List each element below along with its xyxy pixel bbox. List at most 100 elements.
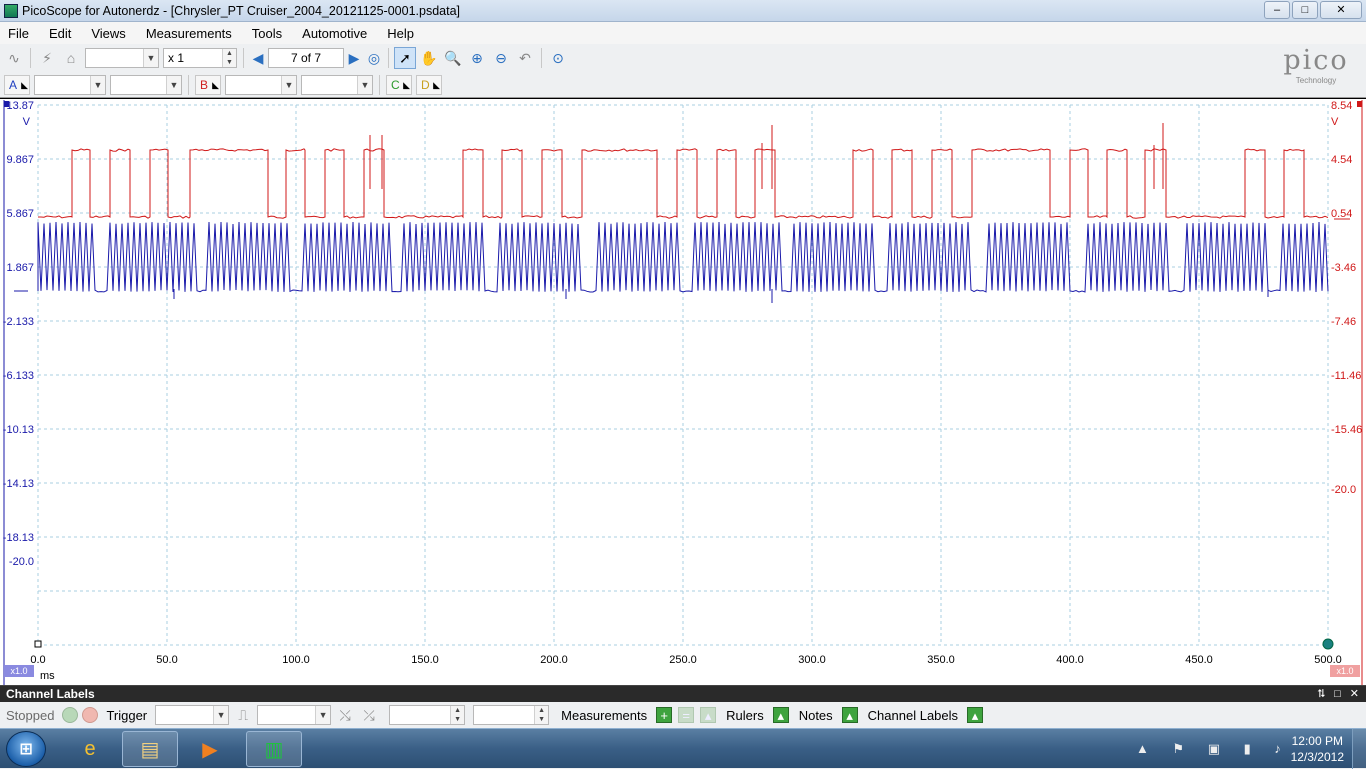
maximize-button[interactable]: □ <box>1292 1 1318 19</box>
trigger-mode-select[interactable]: ▼ <box>155 705 230 725</box>
channel-a-options[interactable]: A ◣ <box>4 74 30 95</box>
trigger-edge-icon[interactable]: ⎍ <box>232 704 254 726</box>
time-axis-tick-label: 300.0 <box>798 654 826 666</box>
auto-setup-icon[interactable]: ⚡ <box>36 47 58 69</box>
zoom-overview-icon[interactable]: ⊙ <box>547 47 569 69</box>
channel-a-range-select[interactable]: ▼ <box>34 74 106 95</box>
oscilloscope-plot[interactable]: 13.87 V 9.867 5.867 1.867 -2.133 -6.133 -10.13 -… <box>0 99 1366 686</box>
scope-view[interactable]: 13.87 V 9.867 5.867 1.867 -2.133 -6.133 -10.13 -… <box>0 98 1366 686</box>
menu-measurements[interactable]: Measurements <box>146 26 232 41</box>
buffer-page-field[interactable]: 7 of 7 <box>268 48 344 68</box>
channel-c-options[interactable]: C ◣ <box>386 74 412 95</box>
edit-measurement-icon[interactable]: = <box>678 707 695 723</box>
tray-icons[interactable]: ▲ ⚑ ▣ ▮ ♪ <box>1136 741 1291 757</box>
spinner-icon: ▲ ▼ <box>450 706 465 724</box>
channel-labels-toggle-icon[interactable]: ▴ <box>967 707 984 723</box>
channel-c-label: C <box>391 77 400 92</box>
menu-help[interactable]: Help <box>387 26 414 41</box>
right-axis-tick-label: 0.54 <box>1331 208 1352 220</box>
pre-trigger-input[interactable]: ▲ ▼ <box>473 705 550 725</box>
time-axis-tick-label: 250.0 <box>669 654 697 666</box>
home-icon[interactable]: ⌂ <box>60 47 82 69</box>
window-title: PicoScope for Autonerdz - [Chrysler_PT C… <box>22 3 461 18</box>
toolbar-divider <box>541 48 542 68</box>
time-axis-tick-label: 50.0 <box>156 654 177 666</box>
buffer-navigator-icon[interactable]: ◎ <box>364 48 384 68</box>
clock[interactable]: 12:00 PM 12/3/2012 <box>1291 733 1344 765</box>
menu-edit[interactable]: Edit <box>49 26 71 41</box>
delete-measurement-icon[interactable]: ▴ <box>700 707 717 723</box>
toolbar-divider <box>388 48 389 68</box>
time-axis-tick-label: 100.0 <box>282 654 310 666</box>
channel-b-coupling-select[interactable]: ▼ <box>301 74 373 95</box>
pico-technology-logo: pico Technology <box>1270 46 1362 92</box>
toolbar-divider <box>30 48 31 68</box>
notes-toggle-icon[interactable]: ▴ <box>841 707 858 723</box>
left-scale-label: x1.0 <box>10 666 27 676</box>
title-bar: PicoScope for Autonerdz - [Chrysler_PT C… <box>0 0 1366 22</box>
time-axis-unit: ms <box>40 670 55 682</box>
channel-a-coupling-select[interactable]: ▼ <box>110 74 182 95</box>
signal-generator-icon[interactable]: ∿ <box>3 47 25 69</box>
right-axis-tick-label: -20.0 <box>1331 484 1356 496</box>
capture-state: Stopped <box>6 707 55 723</box>
select-pointer-icon[interactable]: ➚ <box>394 47 416 69</box>
next-buffer-icon[interactable]: ▶ <box>344 48 364 68</box>
menu-views[interactable]: Views <box>91 26 125 41</box>
menu-bar: File Edit Views Measurements Tools Autom… <box>0 22 1366 44</box>
picoscope-taskbar-icon[interactable]: ▥ <box>246 731 302 767</box>
menu-automotive[interactable]: Automotive <box>302 26 367 41</box>
start-button[interactable]: ⊞ <box>6 731 46 767</box>
right-axis-tick-label: -11.46 <box>1331 370 1361 382</box>
panel-window-controls[interactable]: ⮁ □ ✕ <box>1316 686 1362 702</box>
trigger-source-select[interactable]: ▼ <box>257 705 332 725</box>
left-axis-tick-label: 5.867 <box>6 208 34 220</box>
channel-b-marker <box>1357 101 1362 107</box>
file-explorer-icon[interactable]: ▤ <box>122 731 178 767</box>
zoom-area-icon[interactable]: 🔍 <box>442 47 464 69</box>
channel-d-options[interactable]: D ◣ <box>416 74 442 95</box>
toolbar-divider <box>243 48 244 68</box>
channel-b-options[interactable]: B ◣ <box>195 74 221 95</box>
left-axis-tick-label: V <box>23 116 31 128</box>
rulers-toggle-icon[interactable]: ▴ <box>772 707 789 723</box>
previous-buffer-icon[interactable]: ◀ <box>248 48 268 68</box>
start-capture-icon[interactable] <box>62 707 79 723</box>
channel-b-label: B <box>200 77 209 92</box>
time-axis-tick-label: 0.0 <box>30 654 45 666</box>
rising-edge-icon[interactable]: ⤯ <box>334 704 356 726</box>
left-axis-tick-label: -18.13 <box>3 532 34 544</box>
cursor-icon: ◣ <box>433 79 440 90</box>
close-button[interactable]: ✕ <box>1320 1 1362 19</box>
stop-capture-icon[interactable] <box>82 707 99 723</box>
time-axis-tick-label: 200.0 <box>540 654 568 666</box>
toolbar-divider <box>188 74 189 95</box>
minimize-button[interactable]: – <box>1264 1 1290 19</box>
channel-labels-label: Channel Labels <box>867 707 959 723</box>
internet-explorer-icon[interactable]: e <box>62 731 118 767</box>
chevron-down-icon: ▼ <box>315 706 331 724</box>
main-toolbar: ∿ ⚡ ⌂ ▼ x 1 ▲ ▼ ◀ 7 of 7 ▶ ◎ ➚ ✋ 🔍 ⊕ ⊖ ↶ … <box>0 44 1366 72</box>
menu-file[interactable]: File <box>8 26 29 41</box>
zoom-out-icon[interactable]: ⊖ <box>490 47 512 69</box>
falling-edge-icon[interactable]: ⤰ <box>358 704 380 726</box>
picoscope-app-icon <box>4 3 18 18</box>
hand-pan-icon[interactable]: ✋ <box>418 47 440 69</box>
panel-title: Channel Labels <box>6 687 95 701</box>
trigger-level-input[interactable]: ▲ ▼ <box>389 705 466 725</box>
channel-b-range-select[interactable]: ▼ <box>225 74 297 95</box>
media-player-icon[interactable]: ▶ <box>182 731 238 767</box>
add-measurement-icon[interactable]: + <box>656 707 673 723</box>
undo-zoom-icon[interactable]: ↶ <box>514 47 536 69</box>
time-axis-tick-label: 450.0 <box>1185 654 1213 666</box>
menu-tools[interactable]: Tools <box>252 26 282 41</box>
show-desktop-button[interactable] <box>1352 729 1366 769</box>
chevron-down-icon: ▼ <box>143 49 158 67</box>
zoom-factor-input[interactable]: x 1 ▲ ▼ <box>163 48 237 68</box>
zoom-in-icon[interactable]: ⊕ <box>466 47 488 69</box>
clock-time: 12:00 PM <box>1291 734 1343 748</box>
channel-d-label: D <box>421 77 430 92</box>
timebase-select[interactable]: ▼ <box>85 48 159 68</box>
chevron-down-icon: ▼ <box>90 75 105 94</box>
trigger-label: Trigger <box>106 707 148 723</box>
